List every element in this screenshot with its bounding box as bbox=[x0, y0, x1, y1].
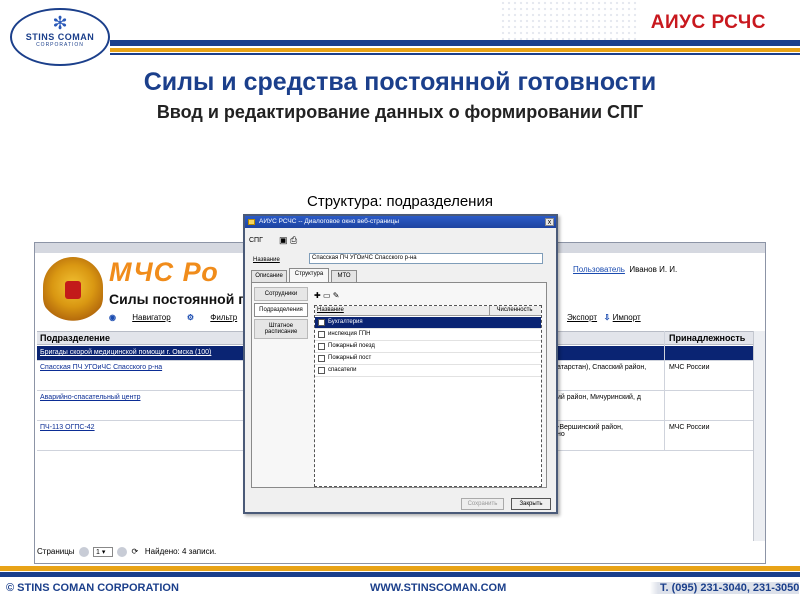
logo-mark-icon: ✻ bbox=[52, 13, 68, 33]
next-page-icon[interactable] bbox=[117, 547, 128, 557]
location-cell: атарстан), Спасский район, bbox=[557, 364, 647, 371]
nav-item-employees[interactable]: Сотрудники bbox=[254, 287, 308, 301]
grid-header-name[interactable]: Название bbox=[317, 307, 344, 313]
pager-label: Страницы bbox=[37, 547, 75, 557]
save-icon[interactable]: ▣ bbox=[279, 235, 288, 245]
page-select[interactable]: 1 ▾ bbox=[93, 547, 114, 557]
delete-icon[interactable]: ▭ bbox=[323, 291, 331, 300]
screenshot-caption: Структура: подразделения bbox=[307, 193, 493, 210]
brand-title: АИУС РСЧС bbox=[650, 12, 766, 33]
divisions-grid: Название Численность Бухгалтерия инспекц… bbox=[314, 305, 542, 487]
export-button[interactable]: Экспорт bbox=[567, 313, 597, 322]
navigator-icon: ◉ bbox=[109, 313, 116, 322]
list-item[interactable]: инспекция ГПН bbox=[315, 329, 541, 341]
grid-header: Название Численность bbox=[315, 306, 541, 316]
decor-dots bbox=[500, 0, 640, 40]
name-label: Название bbox=[253, 257, 280, 263]
spg-label: СПГ bbox=[249, 237, 263, 244]
prev-page-icon[interactable] bbox=[78, 547, 89, 557]
app-toolbar: ◉ Навигатор ⚙ Фильтр bbox=[109, 313, 251, 322]
list-item[interactable]: спасатели bbox=[315, 365, 541, 377]
division-link[interactable]: Бригады скорой медицинской помощи г. Омс… bbox=[40, 349, 211, 356]
column-header-division[interactable]: Подразделение bbox=[40, 332, 110, 345]
name-field[interactable]: Спасская ПЧ УГОиЧС Спасского р-на bbox=[309, 253, 543, 264]
dialog-titlebar[interactable]: АИУС РСЧС -- Диалоговое окно веб-страниц… bbox=[245, 216, 556, 228]
filter-button[interactable]: ⚙ Фильтр bbox=[187, 313, 237, 322]
import-icon: ⇩ bbox=[603, 313, 611, 322]
dialog-title: АИУС РСЧС -- Диалоговое окно веб-страниц… bbox=[259, 218, 400, 225]
column-header-affiliation[interactable]: Принадлежность bbox=[669, 332, 745, 345]
slide-subtitle: Ввод и редактирование данных о формирова… bbox=[156, 102, 644, 122]
location-cell: ий район, Мичуринский, д bbox=[557, 394, 641, 401]
division-link[interactable]: Аварийно-спасательный центр bbox=[40, 394, 141, 401]
tab-structure[interactable]: Структура bbox=[289, 268, 329, 282]
navigator-button[interactable]: ◉ Навигатор bbox=[109, 313, 171, 322]
nav-item-divisions[interactable]: Подразделения bbox=[254, 303, 308, 317]
grid-toolbar: ✚ ▭ ✎ bbox=[314, 291, 339, 300]
save-button[interactable]: Сохранить bbox=[461, 498, 504, 510]
logo-sub: CORPORATION bbox=[36, 42, 84, 48]
footer-phone: Т. (095) 231-3040, 231-3050 bbox=[650, 582, 800, 594]
add-icon[interactable]: ✚ bbox=[314, 291, 321, 300]
affiliation-cell: МЧС России bbox=[669, 424, 710, 431]
row-checkbox[interactable] bbox=[318, 355, 325, 362]
row-checkbox[interactable] bbox=[318, 367, 325, 374]
close-icon[interactable]: x bbox=[545, 218, 554, 226]
close-button[interactable]: Закрыть bbox=[511, 498, 551, 510]
vertical-scrollbar[interactable] bbox=[753, 331, 765, 541]
pager: Страницы 1 ▾ ⟳ Найдено: 4 записи. bbox=[37, 547, 216, 557]
structure-panel: Сотрудники Подразделения Штатное расписа… bbox=[251, 282, 547, 488]
import-button[interactable]: ⇩ Импорт bbox=[604, 313, 641, 322]
list-item[interactable]: Пожарный пост bbox=[315, 353, 541, 365]
user-name: Иванов И. И. bbox=[629, 265, 678, 274]
mchs-logo-text: МЧС Ро bbox=[109, 257, 219, 287]
footer-website[interactable]: WWW.STINSCOMAN.COM bbox=[370, 582, 506, 594]
nav-item-staff-schedule[interactable]: Штатное расписание bbox=[254, 319, 308, 339]
user-label[interactable]: Пользователь bbox=[573, 265, 625, 274]
company-logo: ✻ STINS COMAN CORPORATION bbox=[10, 8, 110, 66]
dialog-window: АИУС РСЧС -- Диалоговое окно веб-страниц… bbox=[243, 214, 558, 514]
refresh-icon[interactable]: ⟳ bbox=[132, 547, 139, 556]
structure-nav: Сотрудники Подразделения Штатное расписа… bbox=[254, 287, 308, 341]
row-checkbox[interactable] bbox=[318, 343, 325, 350]
slide-title: Силы и средства постоянной готовности bbox=[143, 68, 657, 96]
row-checkbox[interactable] bbox=[318, 331, 325, 338]
header-band bbox=[110, 40, 800, 46]
records-found: Найдено: 4 записи. bbox=[144, 547, 217, 557]
row-checkbox[interactable] bbox=[318, 319, 325, 326]
user-info: Пользователь Иванов И. И. bbox=[573, 265, 677, 274]
list-item[interactable]: Бухгалтерия bbox=[315, 317, 541, 329]
location-cell: -Вершинский район, но bbox=[557, 424, 623, 438]
column-divider bbox=[664, 331, 665, 451]
window-icon bbox=[248, 219, 255, 225]
footer-band-accent bbox=[0, 566, 800, 571]
app-toolbar-right: Экспорт ⇩ Импорт bbox=[567, 313, 641, 322]
dialog-toolbar: ▣ ⎙ bbox=[279, 235, 297, 246]
header-band-accent bbox=[110, 48, 800, 52]
tab-mto[interactable]: МТО bbox=[331, 270, 357, 282]
header-band-thin bbox=[110, 53, 800, 55]
list-item[interactable]: Пожарный поезд bbox=[315, 341, 541, 353]
print-icon[interactable]: ⎙ bbox=[290, 235, 297, 245]
grid-header-count[interactable]: Численность bbox=[489, 306, 539, 315]
mchs-emblem-icon bbox=[43, 257, 103, 321]
tab-description[interactable]: Описание bbox=[251, 270, 287, 282]
footer-copyright: © STINS COMAN CORPORATION bbox=[6, 582, 179, 594]
filter-icon: ⚙ bbox=[186, 313, 195, 322]
section-title: Силы постоянной г bbox=[109, 291, 245, 307]
logo-name: STINS COMAN bbox=[25, 32, 95, 42]
edit-icon[interactable]: ✎ bbox=[333, 291, 340, 300]
division-link[interactable]: Спасская ПЧ УГОиЧС Спасского р-на bbox=[40, 364, 162, 371]
affiliation-cell: МЧС России bbox=[669, 364, 710, 371]
division-link[interactable]: ПЧ-113 ОГПС-42 bbox=[40, 424, 95, 431]
